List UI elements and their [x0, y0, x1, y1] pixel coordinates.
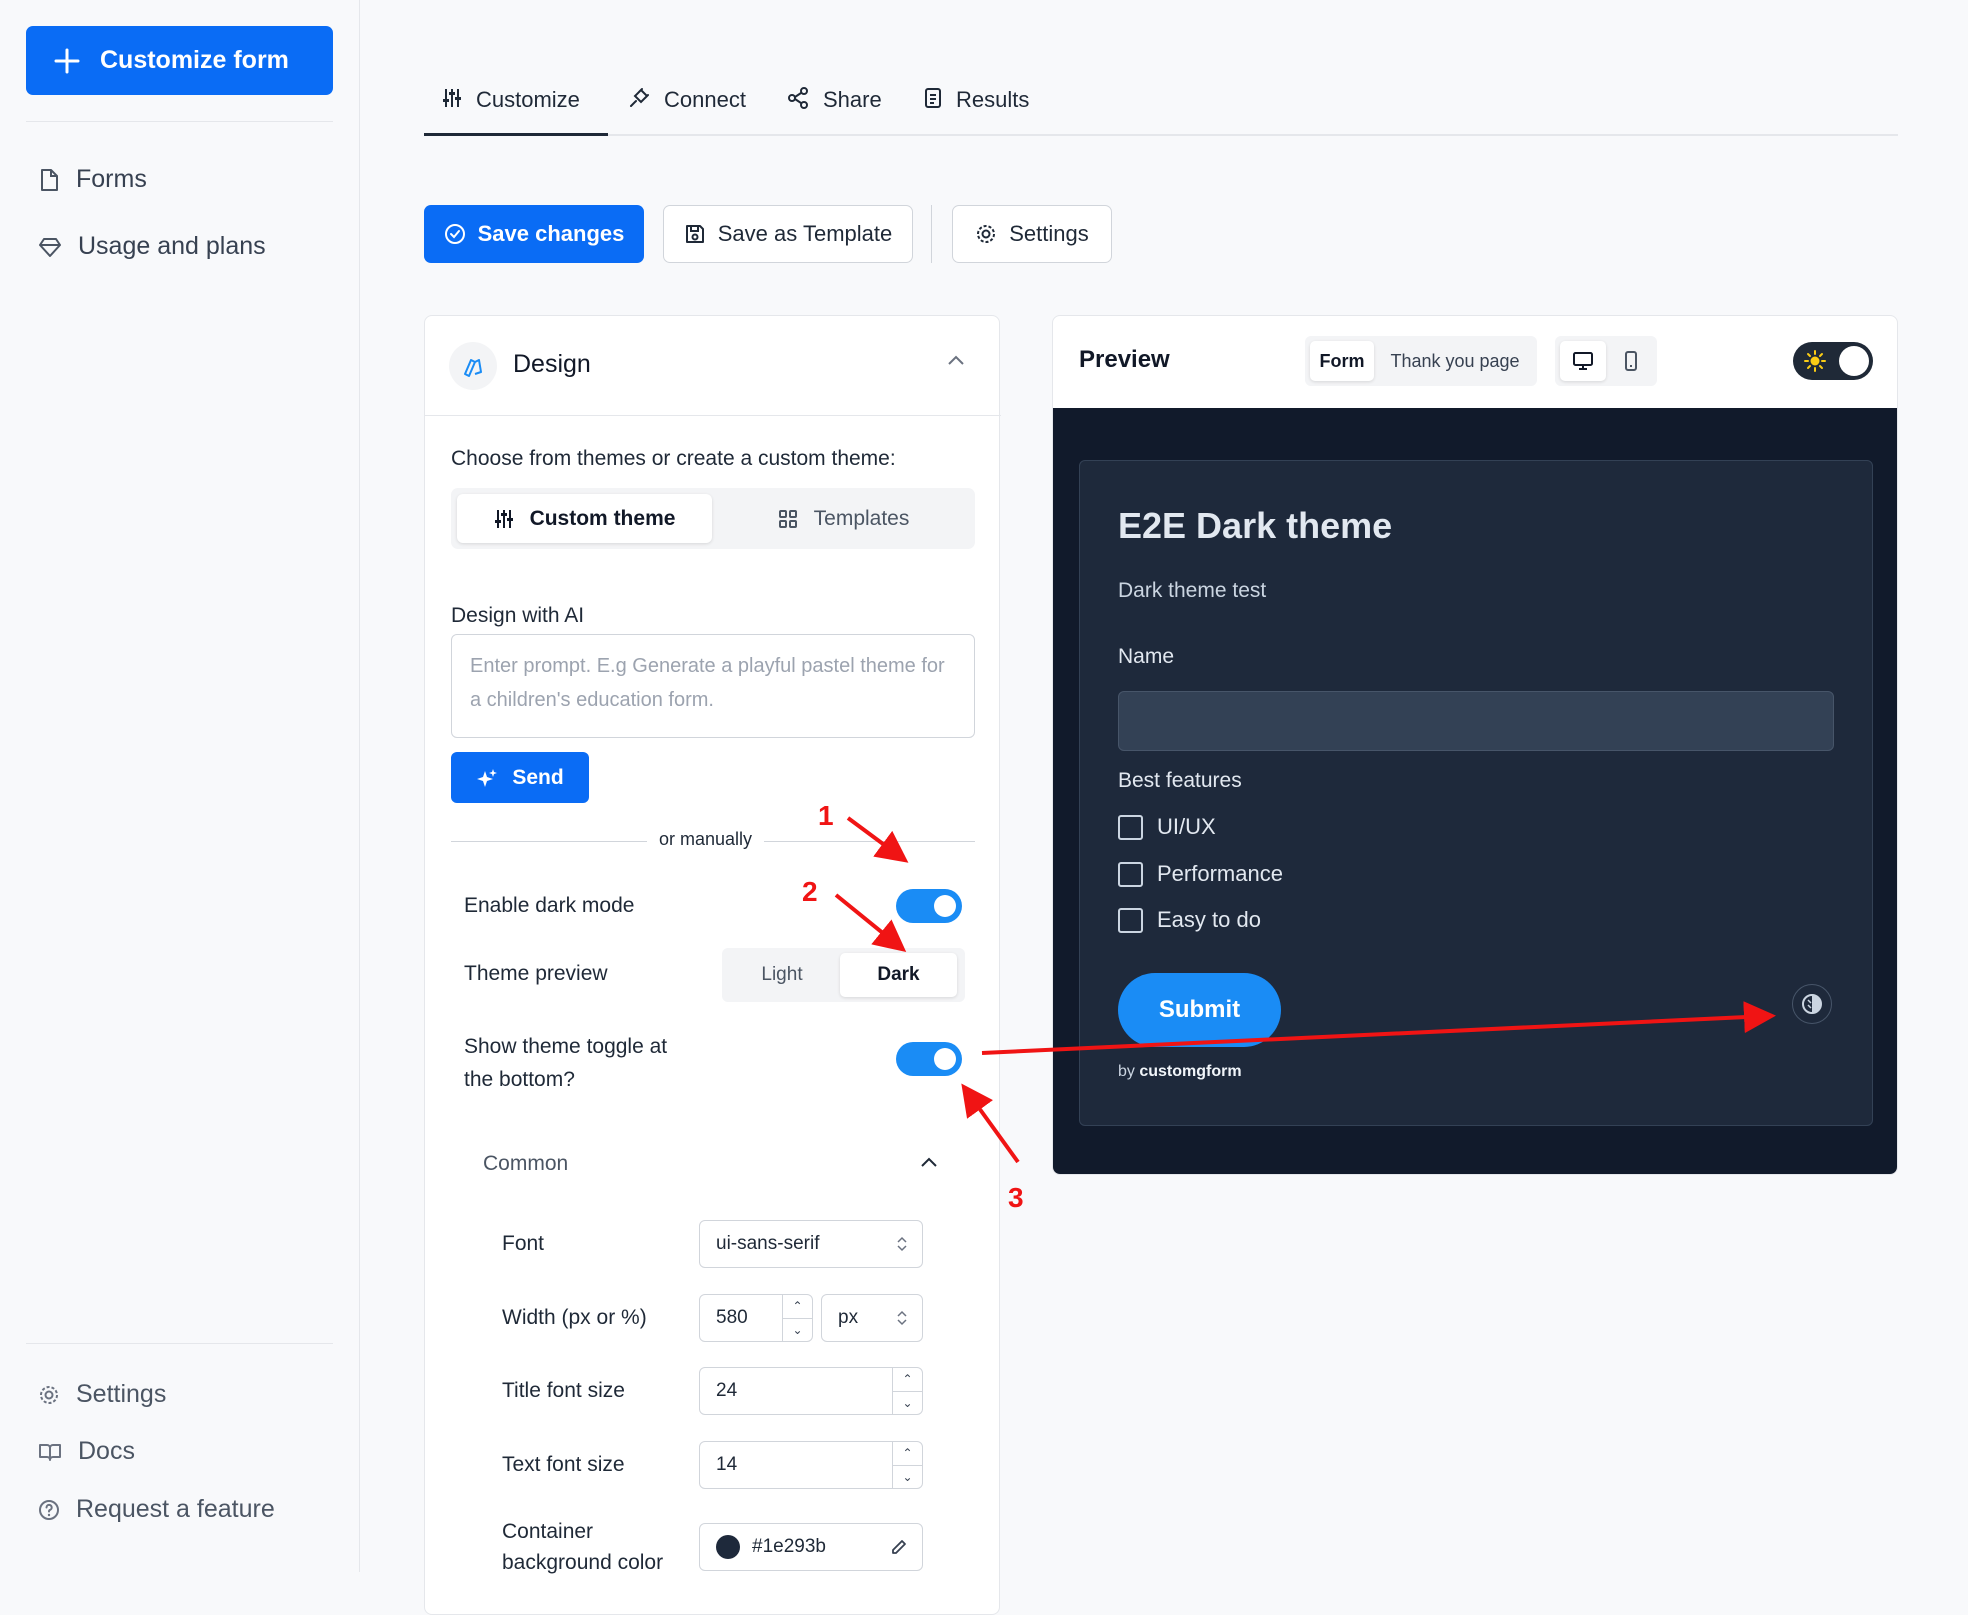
annotation-number-2: 2 — [802, 876, 818, 907]
arrow-1 — [846, 816, 909, 863]
arrow-3-long — [981, 1001, 1776, 1055]
annotation-number-1: 1 — [818, 800, 834, 831]
arrow-3 — [961, 1083, 1020, 1164]
annotation-number-3: 3 — [1008, 1182, 1024, 1213]
annotation-arrows — [834, 816, 1776, 1164]
arrow-2 — [834, 893, 907, 953]
